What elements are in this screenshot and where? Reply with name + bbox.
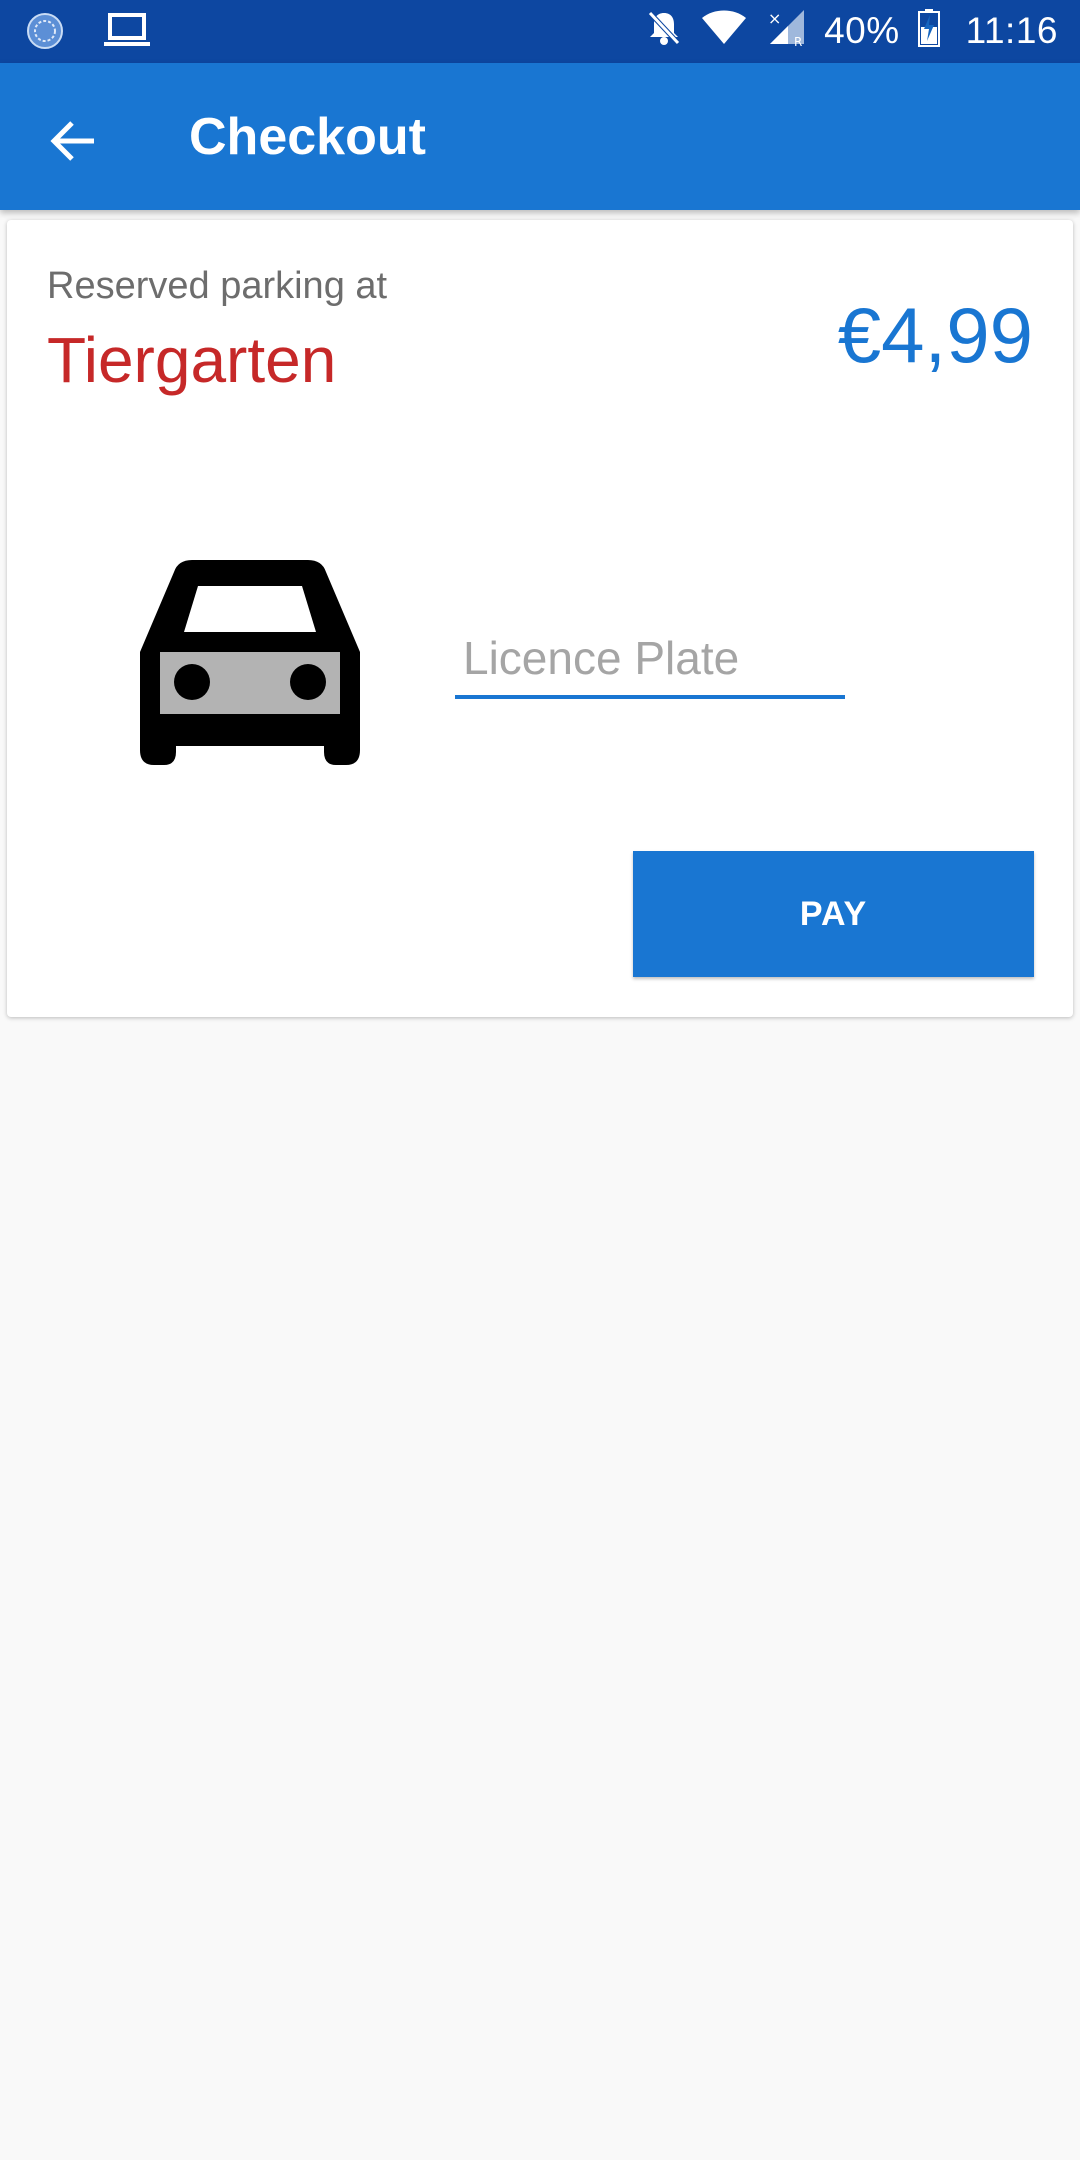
bell-off-icon bbox=[646, 9, 682, 52]
app-bar: Checkout bbox=[0, 63, 1080, 210]
pay-button[interactable]: PAY bbox=[633, 851, 1034, 977]
svg-text:×: × bbox=[768, 9, 781, 28]
cell-signal-icon: × R bbox=[766, 8, 806, 53]
battery-charging-icon bbox=[917, 9, 940, 52]
clock: 11:16 bbox=[965, 9, 1058, 51]
licence-plate-input[interactable] bbox=[455, 615, 845, 699]
app-notification-icon bbox=[26, 12, 64, 55]
reserved-label: Reserved parking at bbox=[47, 265, 388, 307]
location-name: Tiergarten bbox=[47, 324, 337, 396]
checkout-card: Reserved parking at Tiergarten €4,99 PAY bbox=[7, 220, 1073, 1017]
wifi-icon bbox=[700, 10, 748, 51]
arrow-back-icon bbox=[50, 119, 98, 168]
price: €4,99 bbox=[837, 291, 1033, 379]
car-icon bbox=[134, 560, 366, 765]
battery-percent: 40% bbox=[824, 9, 900, 51]
back-button[interactable] bbox=[34, 103, 114, 183]
page-title: Checkout bbox=[189, 108, 426, 166]
laptop-icon bbox=[104, 13, 150, 54]
status-bar: × R 40% 11:16 bbox=[0, 0, 1080, 63]
licence-plate-field bbox=[455, 615, 845, 705]
svg-text:R: R bbox=[794, 35, 802, 48]
